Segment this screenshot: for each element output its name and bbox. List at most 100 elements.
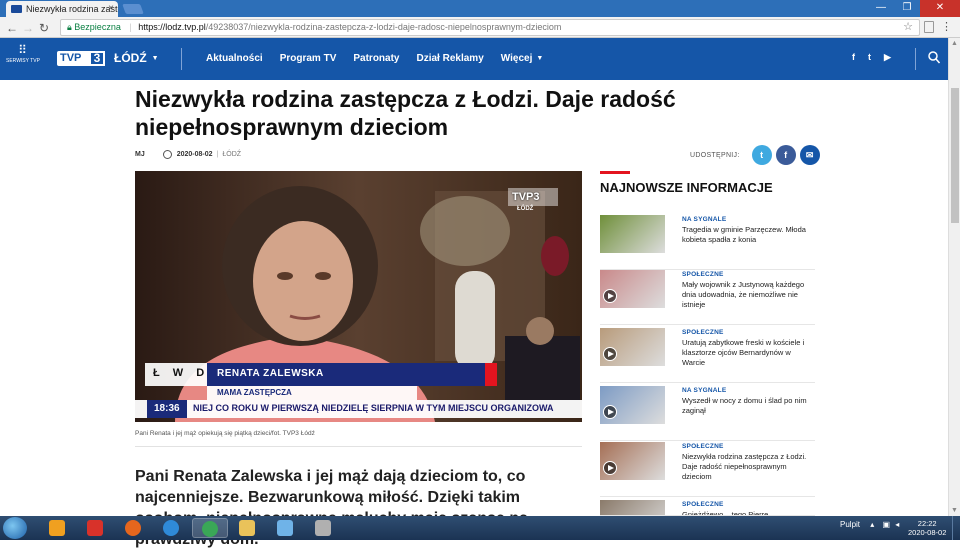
scroll-down-arrow[interactable]: ▼ [951,507,958,514]
news-item[interactable]: NA SYGNALE Wyszedł w nocy z domu i ślad p… [600,386,815,441]
news-category: SPOŁECZNE [682,443,724,450]
reload-icon[interactable]: ↻ [39,21,49,35]
taskbar-internet-explorer[interactable] [154,518,190,538]
news-thumbnail[interactable] [600,328,665,366]
taskbar-firefox[interactable] [116,518,152,538]
secure-label: Bezpieczna [74,22,121,32]
main-navigation: Aktualności Program TV Patronaty Dział R… [206,53,543,64]
news-thumbnail[interactable] [600,215,665,253]
page-scrollbar[interactable]: ▲ ▼ [948,38,960,516]
sidebar-accent-bar [600,171,630,174]
news-thumbnail[interactable] [600,386,665,424]
nav-dzial-reklamy[interactable]: Dział Reklamy [417,53,484,64]
news-thumbnail[interactable] [600,500,665,515]
forward-arrow-icon[interactable]: → [22,21,34,35]
news-thumbnail[interactable] [600,442,665,480]
news-headline[interactable]: Mały wojownik z Justynową każdego dnia u… [682,280,812,310]
browser-tab-strip: Niezwykła rodzina zastęp × — ❐ ✕ [0,0,960,17]
taskbar-explorer[interactable] [230,518,266,538]
taskbar-puzzle-app[interactable] [78,518,114,538]
bookmark-star-icon[interactable]: ☆ [903,20,913,35]
news-item[interactable]: SPOŁECZNE Mały wojownik z Justynową każde… [600,270,815,325]
volume-icon[interactable]: ◂ [895,520,899,529]
video-frame [135,171,582,422]
news-category: SPOŁECZNE [682,271,724,278]
twitter-icon[interactable]: t [868,52,871,63]
clock-time: 22:22 [917,519,937,528]
network-icon[interactable]: ▣ [883,520,891,529]
twitter-share-icon[interactable]: t [751,145,772,165]
nav-aktualnosci[interactable]: Aktualności [206,53,263,64]
tv-watermark-logo: TVP3 [512,191,540,203]
taskbar-chrome[interactable] [192,518,228,538]
desktop-toolbar-label[interactable]: Pulpit [840,520,860,529]
news-headline[interactable]: Wyszedł w nocy z domu i ślad po nim zagi… [682,396,812,416]
social-links: f t ▶ [852,52,891,63]
email-share-icon[interactable]: ✉ [799,145,820,165]
browser-menu-icon[interactable]: ⋮ [941,20,952,33]
news-headline[interactable]: Uratują zabytkowe freski w kościele i kl… [682,338,812,368]
scroll-up-arrow[interactable]: ▲ [951,40,958,47]
tab-close-icon[interactable]: × [108,3,114,14]
nav-patronaty[interactable]: Patronaty [353,53,399,64]
logo-number: 3 [89,51,105,66]
url-host: https://lodz.tvp.pl [138,22,206,32]
play-icon[interactable] [603,405,617,419]
video-time: 18:36 [154,403,180,414]
nav-wiecej[interactable]: Więcej ▼ [501,53,544,64]
tvp3-logo[interactable]: TVP 3 [57,51,105,66]
new-tab-button[interactable] [122,4,144,14]
youtube-icon[interactable]: ▶ [884,52,891,63]
news-ticker: NIEJ CO ROKU W PIERWSZĄ NIEDZIELĘ SIERPN… [193,403,554,413]
caption-divider [135,446,582,447]
tv-watermark-city: ŁÓDŹ [517,206,534,212]
search-icon[interactable] [928,51,940,65]
article-title: Niezwykła rodzina zastępcza z Łodzi. Daj… [135,86,676,140]
news-item[interactable]: SPOŁECZNE Gnieżdżewo – tego Pierre... [600,500,815,516]
extension-icon[interactable] [924,21,934,33]
news-item[interactable]: SPOŁECZNE Niezwykła rodzina zastępcza z Ł… [600,442,815,497]
windows-taskbar: Pulpit ▴ ▣ ◂ 22:22 2020-08-02 [0,516,960,540]
chrome-icon [202,521,218,537]
news-category: SPOŁECZNE [682,501,724,508]
city-label: ŁÓDŹ [114,51,147,65]
play-icon[interactable] [603,289,617,303]
start-button[interactable] [3,517,27,539]
article-category[interactable]: ŁÓDŹ [222,151,241,158]
close-window-button[interactable]: ✕ [920,0,960,17]
site-header: ⠿ SERWISY TVP TVP 3 ŁÓDŹ ▼ Aktualności Pr… [0,38,948,80]
facebook-share-icon[interactable]: f [775,145,796,165]
maximize-button[interactable]: ❐ [894,0,920,17]
scrollbar-thumb[interactable] [951,88,959,223]
url-field[interactable]: 🔒︎ Bezpieczna | https://lodz.tvp.pl/4923… [60,19,920,36]
news-category: NA SYGNALE [682,387,727,394]
news-item[interactable]: NA SYGNALE Tragedia w gminie Parzęczew. M… [600,215,815,270]
news-category: SPOŁECZNE [682,329,724,336]
news-thumbnail[interactable] [600,270,665,308]
taskbar-tools-app[interactable] [306,518,342,538]
services-menu[interactable]: ⠿ SERWISY TVP [6,44,40,64]
facebook-icon[interactable]: f [852,52,855,63]
url-divider: | [129,22,132,32]
minimize-button[interactable]: — [868,0,894,17]
city-selector[interactable]: ŁÓDŹ ▼ [114,51,159,65]
tray-expand-icon[interactable]: ▴ [870,520,874,529]
news-headline[interactable]: Niezwykła rodzina zastępcza z Łodzi. Daj… [682,452,812,482]
taskbar-clock[interactable]: 22:22 2020-08-02 [908,519,946,537]
taskbar-media-player[interactable] [40,518,76,538]
sidebar-title: NAJNOWSZE INFORMACJE [600,180,773,195]
nav-program-tv[interactable]: Program TV [280,53,337,64]
show-desktop-button[interactable] [952,516,960,540]
news-item[interactable]: SPOŁECZNE Uratują zabytkowe freski w kośc… [600,328,815,383]
play-icon[interactable] [603,347,617,361]
url-path: /49238037/niezwykla-rodzina-zastepcza-z-… [205,22,562,32]
nav-wiecej-label: Więcej [500,53,533,64]
browser-tab[interactable]: Niezwykła rodzina zastęp × [6,1,118,17]
article-video[interactable]: TVP3 ŁÓDŹ Ł W D RENATA ZALEWSKA MAMA ZAS… [135,171,582,422]
chevron-down-icon: ▼ [536,55,544,62]
back-arrow-icon[interactable]: ← [6,21,18,35]
taskbar-chat-app[interactable] [268,518,304,538]
play-icon[interactable] [603,461,617,475]
news-headline[interactable]: Tragedia w gminie Parzęczew. Młoda kobie… [682,225,812,245]
browser-tab-title: Niezwykła rodzina zastęp [26,4,118,14]
